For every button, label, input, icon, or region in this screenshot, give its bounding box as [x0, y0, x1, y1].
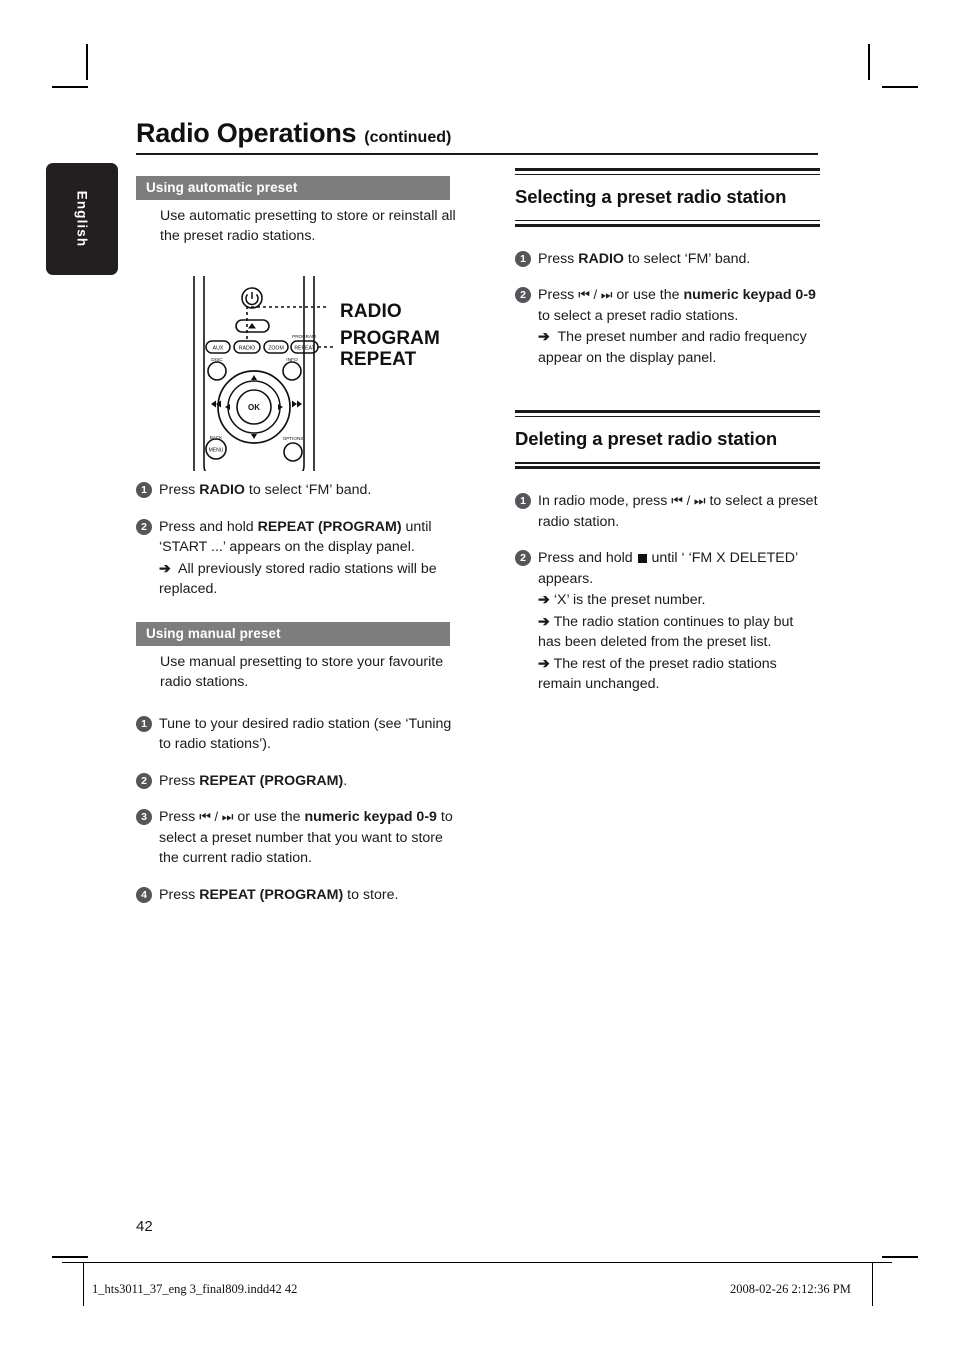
step-number: 4 — [136, 886, 152, 903]
step-number: 2 — [515, 287, 531, 304]
language-tab-label: English — [74, 190, 90, 248]
page-title: Radio Operations (continued) — [136, 118, 451, 149]
step-number: 2 — [136, 518, 152, 535]
footer-divider — [62, 1262, 892, 1263]
callout-label-radio: RADIO — [340, 301, 402, 322]
step-number: 1 — [136, 715, 152, 732]
step-text: Press RADIO to select ‘FM’ band. — [159, 482, 372, 498]
step-manual-2: 2 Press REPEAT (PROGRAM). — [136, 771, 466, 792]
step-result: ➔ ‘X’ is the preset number. — [538, 592, 706, 609]
step-text: Press and hold REPEAT (PROGRAM) until ‘S… — [159, 517, 466, 600]
step-number: 1 — [515, 493, 531, 510]
rule — [515, 466, 820, 470]
crop-mark-top-right-v — [868, 44, 870, 80]
manual-preset-intro: Use manual presetting to store your favo… — [160, 653, 444, 690]
svg-text:ZOOM: ZOOM — [268, 346, 284, 352]
info-button — [282, 361, 302, 381]
next-track-icon — [292, 400, 302, 408]
nav-up-icon — [251, 375, 257, 380]
step-text: Press ⏮ / ⏭ or use the numeric keypad 0-… — [538, 285, 820, 368]
step-number: 2 — [136, 772, 152, 789]
page-number: 42 — [136, 1218, 153, 1235]
prev-next-track-icon: ⏮ / ⏭ — [578, 287, 613, 303]
arrow-icon: ➔ — [538, 655, 550, 672]
svg-text:OPTIONS: OPTIONS — [283, 436, 304, 441]
crop-mark-bottom-right-h — [882, 1256, 918, 1258]
footer-timestamp: 2008-02-26 2:12:36 PM — [730, 1282, 851, 1296]
step-result: ➔ The rest of the preset radio stations … — [538, 655, 777, 693]
step-result: ➔ The radio station continues to play bu… — [538, 613, 794, 651]
heading-deleting-preset: Deleting a preset radio station — [515, 410, 820, 470]
step-select-2: 2 Press ⏮ / ⏭ or use the numeric keypad … — [515, 285, 820, 368]
heading-text: Deleting a preset radio station — [515, 428, 778, 450]
step-manual-1: 1 Tune to your desired radio station (se… — [136, 714, 466, 755]
prev-next-track-icon: ⏮ / ⏭ — [199, 809, 234, 824]
step-number: 1 — [515, 250, 531, 267]
step-auto-2: 2 Press and hold REPEAT (PROGRAM) until … — [136, 517, 466, 600]
svg-text:AUX: AUX — [213, 346, 224, 352]
step-text: Press REPEAT (PROGRAM) to store. — [159, 886, 399, 903]
step-delete-1: 1 In radio mode, press ⏮ / ⏭ to select a… — [515, 491, 820, 532]
step-text: Press RADIO to select ‘FM’ band. — [538, 250, 751, 267]
prev-track-icon — [211, 400, 221, 408]
step-manual-3: 3 Press ⏮ / ⏭ or use the numeric keypad … — [136, 807, 466, 869]
heading-selecting-preset: Selecting a preset radio station — [515, 168, 820, 227]
step-manual-4: 4 Press REPEAT (PROGRAM) to store. — [136, 885, 466, 906]
stop-icon — [637, 554, 647, 564]
footer-filename: 1_hts3011_37_eng 3_final809.indd42 42 — [92, 1282, 298, 1296]
page-title-main: Radio Operations — [136, 118, 357, 148]
manual-page: English Radio Operations (continued) Usin… — [0, 0, 954, 1347]
step-text: Press ⏮ / ⏭ or use the numeric keypad 0-… — [159, 809, 453, 866]
page-title-suffix: (continued) — [364, 129, 452, 146]
remote-control-svg: AUX RADIO ZOOM PROGRAM REPEAT DISC INFO … — [193, 237, 334, 493]
step-text: Press and hold until ‘ ‘FM X DELETED’ ap… — [538, 548, 820, 695]
title-divider — [136, 153, 818, 155]
arrow-icon: ➔ — [538, 329, 550, 346]
step-text: Press REPEAT (PROGRAM). — [159, 772, 348, 789]
auto-preset-intro: Use automatic presetting to store or rei… — [160, 208, 456, 244]
step-number: 3 — [136, 809, 152, 825]
section-bar-using-manual-preset: Using manual preset — [136, 621, 450, 646]
callout-repeat: REPEAT — [340, 349, 417, 370]
step-number: 1 — [136, 482, 152, 498]
step-result: ➔ The preset number and radio frequency … — [538, 329, 807, 366]
step-select-1: 1 Press RADIO to select ‘FM’ band. — [515, 249, 820, 270]
remote-control-illustration: AUX RADIO ZOOM PROGRAM REPEAT DISC INFO … — [186, 237, 486, 493]
arrow-icon: ➔ — [538, 592, 550, 609]
prev-next-track-icon: ⏮ / ⏭ — [671, 493, 706, 509]
crop-mark-top-right-h — [882, 86, 918, 88]
crop-mark-bottom-left-h — [52, 1256, 88, 1258]
language-tab: English — [46, 163, 118, 275]
right-column: Selecting a preset radio station 1 Press… — [515, 168, 820, 695]
callout-label-program-repeat: PROGRAM REPEAT — [340, 328, 440, 370]
svg-text:REPEAT: REPEAT — [294, 346, 315, 352]
arrow-icon: ➔ — [538, 613, 550, 630]
step-number: 2 — [515, 550, 531, 567]
arrow-icon: ➔ — [159, 560, 171, 577]
svg-text:PROGRAM: PROGRAM — [292, 334, 316, 339]
step-delete-2: 2 Press and hold until ‘ ‘FM X DELETED’ … — [515, 548, 820, 695]
disc-button — [207, 361, 227, 381]
svg-text:OK: OK — [248, 403, 260, 412]
footer-tick-right — [872, 1262, 873, 1306]
svg-text:RADIO: RADIO — [239, 346, 255, 352]
nav-down-icon — [251, 434, 257, 439]
crop-mark-top-left-v — [86, 44, 88, 80]
step-result: ➔ All previously stored radio stations w… — [159, 560, 437, 598]
step-auto-1: 1 Press RADIO to select ‘FM’ band. — [136, 480, 466, 501]
footer-tick-left — [83, 1262, 84, 1306]
options-button — [283, 442, 303, 462]
heading-text: Selecting a preset radio station — [515, 185, 787, 207]
step-text: Tune to your desired radio station (see … — [159, 715, 452, 753]
callout-program: PROGRAM — [340, 328, 440, 349]
svg-text:MENU: MENU — [209, 448, 224, 454]
rule — [515, 223, 820, 227]
crop-mark-top-left-h — [52, 86, 88, 88]
step-text: In radio mode, press ⏮ / ⏭ to select a p… — [538, 493, 818, 530]
section-bar-using-automatic-preset: Using automatic preset — [136, 176, 450, 200]
